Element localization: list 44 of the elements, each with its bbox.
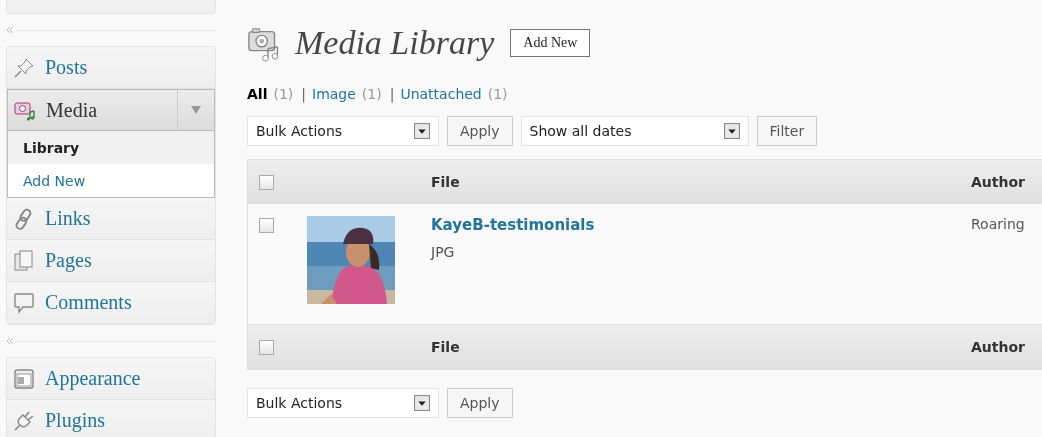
window-icon — [13, 367, 35, 390]
item-count: (1) — [487, 86, 508, 102]
plug-icon — [13, 409, 35, 432]
date-filter-dropdown[interactable]: Show all dates — [520, 116, 749, 146]
checkbox[interactable] — [259, 218, 274, 233]
separator: | — [301, 86, 306, 102]
filter-link[interactable]: All — [247, 86, 268, 102]
collapse-icon[interactable] — [6, 337, 14, 345]
table-cell: Roaring — [971, 216, 1025, 232]
menu-item[interactable]: Appearance — [7, 358, 215, 400]
menu-item[interactable]: Plugins — [7, 400, 215, 437]
menu-item[interactable]: Links — [7, 198, 215, 240]
speech-bubble-icon — [13, 291, 35, 314]
separator: | — [389, 86, 395, 102]
column-header[interactable]: Author — [971, 339, 1025, 355]
file-link[interactable]: KayeB-testimonials — [431, 216, 595, 234]
column-header[interactable]: File — [431, 339, 971, 355]
camera-note-icon — [14, 99, 36, 121]
item-count: (1) — [361, 86, 382, 102]
menu-item[interactable]: Comments — [7, 282, 215, 324]
menu-item[interactable]: Posts — [7, 47, 215, 89]
checkbox[interactable] — [259, 339, 274, 355]
filter-link[interactable]: Unattached — [400, 86, 482, 102]
bulk-actions-dropdown[interactable]: Bulk Actions — [247, 116, 439, 146]
menu-item[interactable]: Pages — [7, 240, 215, 282]
apply-button[interactable]: Apply — [447, 116, 513, 146]
submenu-item[interactable]: Library — [8, 131, 214, 164]
caret-down-icon[interactable] — [191, 106, 201, 114]
add-new-button[interactable]: Add New — [510, 29, 591, 57]
bulk-actions-dropdown[interactable]: Bulk Actions — [247, 388, 439, 418]
checkbox[interactable] — [259, 174, 274, 190]
file-type: JPG — [431, 244, 455, 260]
column-header[interactable]: Author — [971, 174, 1025, 190]
column-header[interactable]: File — [431, 174, 971, 190]
item-count: (1) — [273, 86, 294, 102]
page-title: Media Library — [295, 24, 495, 62]
menu-item[interactable]: Media — [7, 89, 215, 131]
apply-button[interactable]: Apply — [447, 388, 513, 418]
submenu-item[interactable]: Add New — [8, 164, 214, 197]
collapse-icon[interactable] — [6, 26, 14, 34]
pages-icon — [13, 249, 35, 272]
pushpin-icon — [13, 56, 35, 79]
filter-button[interactable]: Filter — [756, 116, 818, 146]
filter-link[interactable]: Image — [312, 86, 356, 102]
